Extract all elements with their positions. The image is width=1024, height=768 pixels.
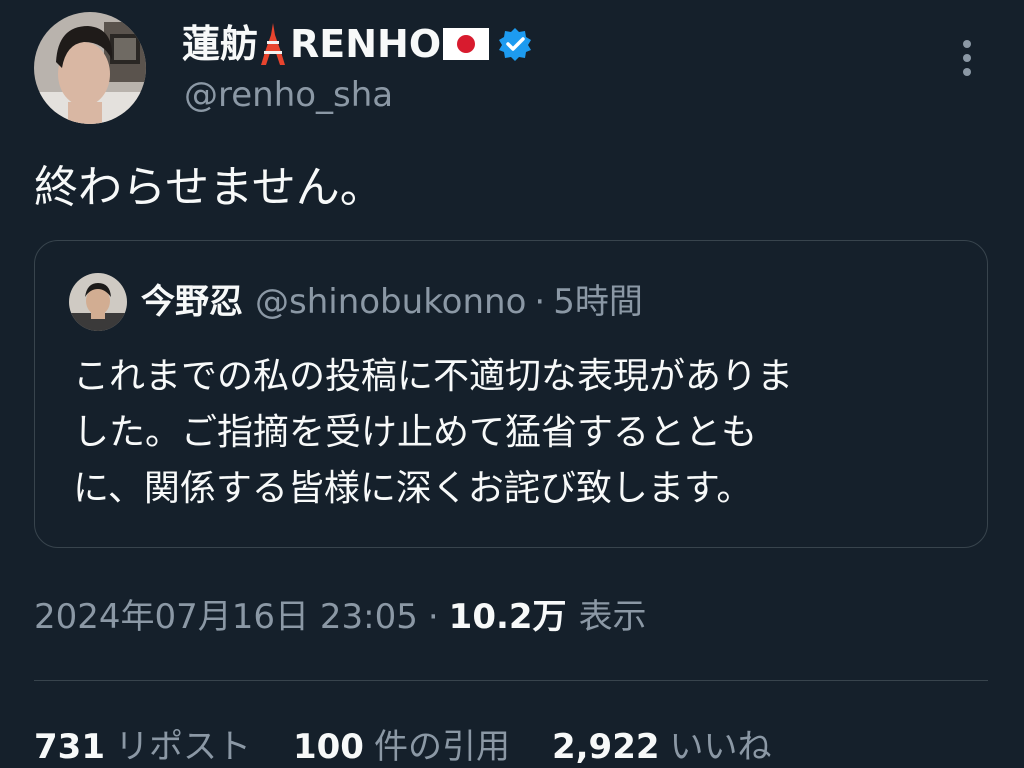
quote-author-name[interactable]: 今野忍 bbox=[141, 277, 243, 327]
quote-text-line: に、関係する皆様に深くお詫び致します。 bbox=[73, 468, 753, 509]
views-label: 表示 bbox=[578, 597, 647, 637]
quoted-tweet-card[interactable]: 今野忍 @shinobukonno · 5時間 これまでの私の投稿に不適切な表現… bbox=[34, 240, 988, 548]
verified-badge-icon bbox=[497, 26, 533, 62]
likes-label: いいね bbox=[669, 727, 772, 767]
reposts-label: リポスト bbox=[114, 727, 251, 767]
more-options-button[interactable] bbox=[950, 36, 984, 80]
quote-timestamp[interactable]: 5時間 bbox=[553, 277, 643, 327]
reposts-stat[interactable]: 731 リポスト bbox=[34, 722, 251, 768]
author-name-suffix[interactable]: RENHO bbox=[290, 18, 441, 70]
author-name-row[interactable]: 蓮舫 RENHO bbox=[182, 18, 533, 70]
reposts-count: 731 bbox=[34, 727, 105, 767]
engagement-stats: 731 リポスト 100 件の引用 2,922 いいね bbox=[34, 722, 814, 768]
quotes-stat[interactable]: 100 件の引用 bbox=[293, 722, 510, 768]
divider bbox=[34, 680, 988, 681]
tweet-meta: 2024年07月16日 23:05 · 10.2万 表示 bbox=[34, 592, 647, 642]
quote-author-handle[interactable]: @shinobukonno bbox=[255, 277, 526, 327]
author-avatar[interactable] bbox=[34, 12, 146, 124]
likes-stat[interactable]: 2,922 いいね bbox=[552, 722, 772, 768]
meta-separator: · bbox=[427, 597, 439, 637]
more-vertical-icon bbox=[963, 40, 971, 76]
tokyo-tower-icon bbox=[258, 21, 288, 67]
quote-header: 今野忍 @shinobukonno · 5時間 bbox=[141, 277, 643, 327]
japan-flag-icon bbox=[443, 28, 490, 60]
quotes-label: 件の引用 bbox=[373, 727, 510, 767]
views-count: 10.2万 bbox=[448, 597, 567, 637]
author-name[interactable]: 蓮舫 bbox=[182, 18, 258, 70]
quotes-count: 100 bbox=[292, 727, 364, 767]
author-handle[interactable]: @renho_sha bbox=[184, 72, 393, 118]
quote-author-avatar[interactable] bbox=[69, 273, 127, 331]
likes-count: 2,922 bbox=[551, 727, 660, 767]
quote-text: これまでの私の投稿に不適切な表現がありま した。ご指摘を受け止めて猛省するととも… bbox=[73, 349, 953, 517]
quote-separator: · bbox=[534, 282, 546, 322]
tweet-datetime[interactable]: 2024年07月16日 23:05 bbox=[34, 592, 418, 642]
tweet-text: 終わらせません。 bbox=[34, 162, 384, 213]
quote-text-line: した。ご指摘を受け止めて猛省するととも bbox=[73, 412, 758, 453]
quote-text-line: これまでの私の投稿に不適切な表現がありま bbox=[73, 356, 794, 397]
